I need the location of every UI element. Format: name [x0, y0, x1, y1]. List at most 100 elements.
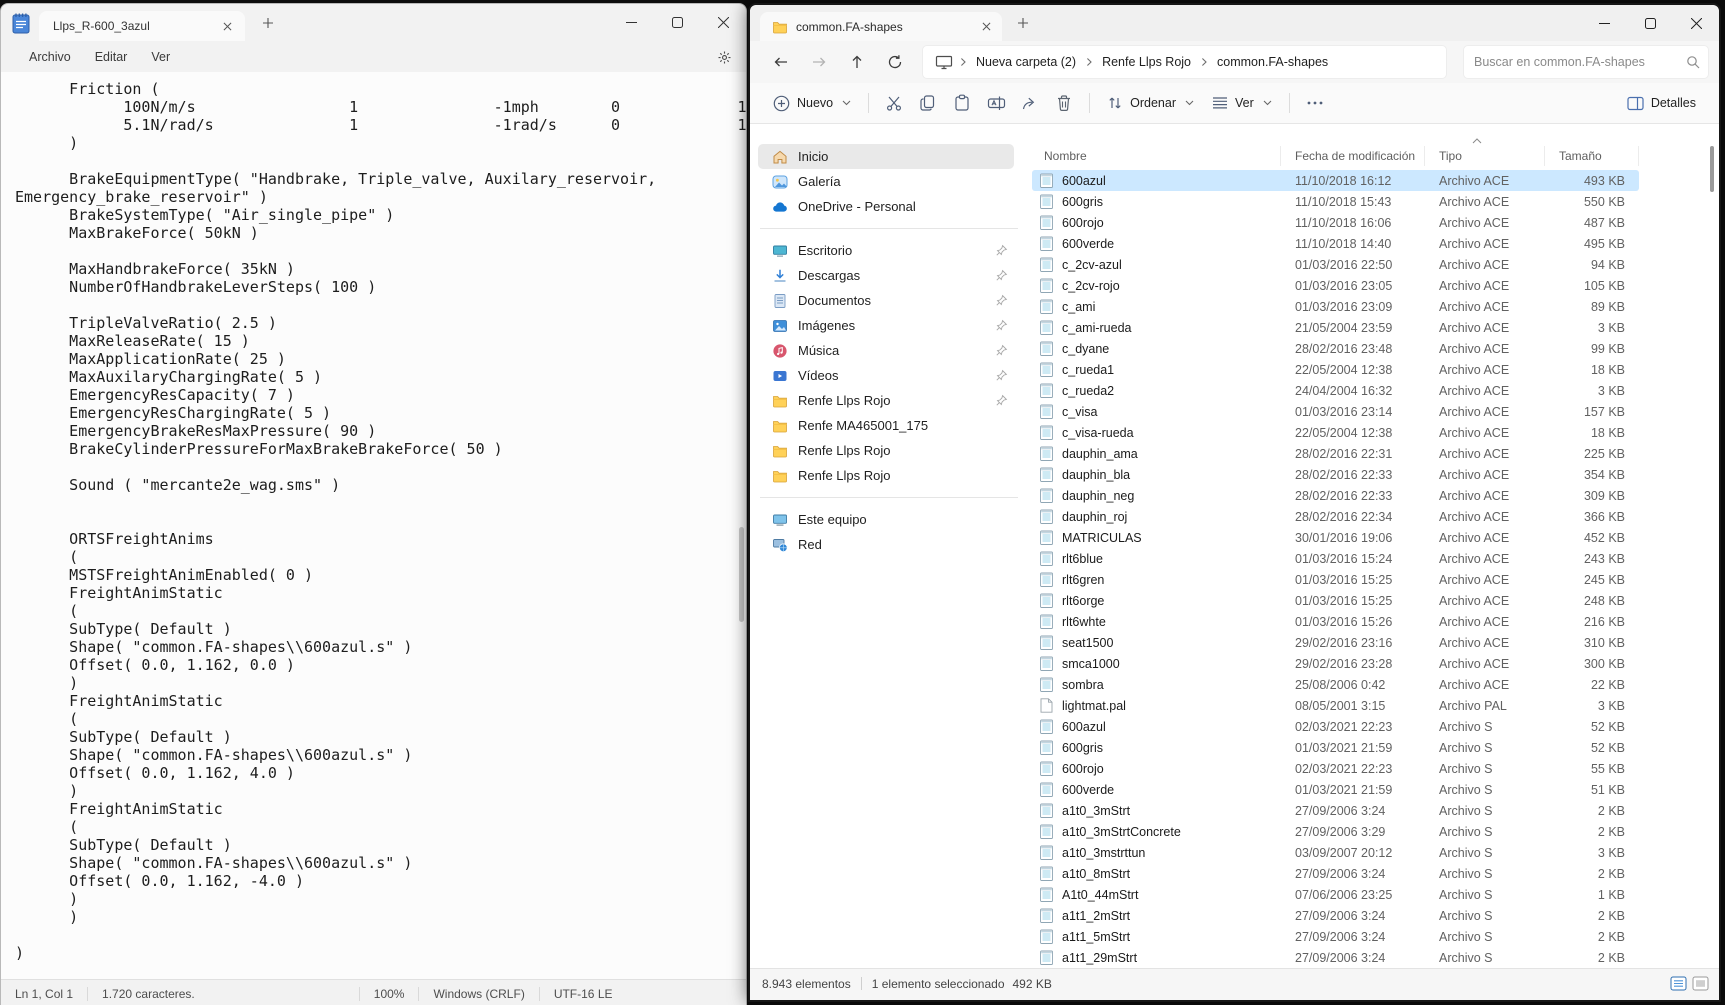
- sidebar-item-documentos[interactable]: Documentos: [758, 288, 1014, 313]
- column-header-fecha[interactable]: Fecha de modificación: [1281, 146, 1425, 166]
- sidebar-item-renfe-ma465001-175[interactable]: Renfe MA465001_175: [758, 413, 1014, 438]
- table-row[interactable]: c_2cv-rojo01/03/2016 23:05Archivo ACE105…: [1032, 275, 1639, 296]
- table-row[interactable]: A1t0_44mStrt07/06/2006 23:25Archivo S1 K…: [1032, 884, 1639, 905]
- sidebar-item-red[interactable]: Red: [758, 532, 1014, 557]
- table-row[interactable]: MATRICULAS30/01/2016 19:06Archivo ACE452…: [1032, 527, 1639, 548]
- breadcrumb-item[interactable]: common.FA-shapes: [1210, 52, 1335, 72]
- table-row[interactable]: 600gris11/10/2018 15:43Archivo ACE550 KB: [1032, 191, 1639, 212]
- notepad-new-tab-button[interactable]: [255, 10, 281, 36]
- settings-gear-icon[interactable]: [717, 50, 732, 65]
- minimize-button[interactable]: [608, 4, 654, 40]
- table-row[interactable]: rlt6orge01/03/2016 15:25Archivo ACE248 K…: [1032, 590, 1639, 611]
- details-view-toggle-icon[interactable]: [1670, 976, 1687, 991]
- table-row[interactable]: dauphin_bla28/02/2016 22:33Archivo ACE35…: [1032, 464, 1639, 485]
- up-icon[interactable]: [840, 47, 874, 77]
- column-header-nombre[interactable]: Nombre: [1032, 146, 1281, 166]
- sidebar-item-descargas[interactable]: Descargas: [758, 263, 1014, 288]
- sidebar-item-renfe-llps-rojo[interactable]: Renfe Llps Rojo: [758, 463, 1014, 488]
- sidebar-item-v-deos[interactable]: Vídeos: [758, 363, 1014, 388]
- table-row[interactable]: c_rueda122/05/2004 12:38Archivo ACE18 KB: [1032, 359, 1639, 380]
- table-row[interactable]: c_visa01/03/2016 23:14Archivo ACE157 KB: [1032, 401, 1639, 422]
- refresh-icon[interactable]: [878, 47, 912, 77]
- notepad-tab-close-icon[interactable]: [217, 16, 237, 36]
- explorer-tab-close-icon[interactable]: [976, 17, 996, 37]
- explorer-new-tab-button[interactable]: [1010, 10, 1036, 36]
- sidebar-item-renfe-llps-rojo[interactable]: Renfe Llps Rojo: [758, 388, 1014, 413]
- table-row[interactable]: rlt6gren01/03/2016 15:25Archivo ACE245 K…: [1032, 569, 1639, 590]
- table-row[interactable]: a1t0_3mStrt27/09/2006 3:24Archivo S2 KB: [1032, 800, 1639, 821]
- table-row[interactable]: rlt6whte01/03/2016 15:26Archivo ACE216 K…: [1032, 611, 1639, 632]
- menu-ver[interactable]: Ver: [139, 46, 182, 68]
- table-row[interactable]: a1t1_29mStrt27/09/2006 3:24Archivo S2 KB: [1032, 947, 1639, 968]
- table-row[interactable]: c_dyane28/02/2016 23:48Archivo ACE99 KB: [1032, 338, 1639, 359]
- column-header-tamano[interactable]: Tamaño: [1545, 146, 1639, 166]
- share-icon[interactable]: [1013, 88, 1047, 118]
- table-row[interactable]: c_ami01/03/2016 23:09Archivo ACE89 KB: [1032, 296, 1639, 317]
- table-row[interactable]: 600azul11/10/2018 16:12Archivo ACE493 KB: [1032, 170, 1639, 191]
- sidebar-item-este-equipo[interactable]: Este equipo: [758, 507, 1014, 532]
- view-button[interactable]: Ver: [1203, 90, 1281, 116]
- paste-icon[interactable]: [945, 88, 979, 118]
- copy-icon[interactable]: [911, 88, 945, 118]
- table-row[interactable]: lightmat.pal08/05/2001 3:15Archivo PAL3 …: [1032, 695, 1639, 716]
- new-button[interactable]: Nuevo: [764, 89, 860, 118]
- back-icon[interactable]: [764, 47, 798, 77]
- table-row[interactable]: rlt6blue01/03/2016 15:24Archivo ACE243 K…: [1032, 548, 1639, 569]
- table-row[interactable]: a1t0_3mstrttun03/09/2007 20:12Archivo S3…: [1032, 842, 1639, 863]
- sidebar-item-inicio[interactable]: Inicio: [758, 144, 1014, 169]
- table-row[interactable]: c_ami-rueda21/05/2004 23:59Archivo ACE3 …: [1032, 317, 1639, 338]
- details-pane-button[interactable]: Detalles: [1618, 90, 1705, 117]
- notepad-tab[interactable]: Llps_R-600_3azul: [39, 11, 245, 41]
- table-row[interactable]: sombra25/08/2006 0:42Archivo ACE22 KB: [1032, 674, 1639, 695]
- cut-icon[interactable]: [877, 88, 911, 118]
- sidebar-item-galer-a[interactable]: Galería: [758, 169, 1014, 194]
- minimize-button[interactable]: [1581, 5, 1627, 41]
- table-row[interactable]: 600rojo02/03/2021 22:23Archivo S55 KB: [1032, 758, 1639, 779]
- menu-editar[interactable]: Editar: [83, 46, 140, 68]
- large-icons-view-toggle-icon[interactable]: [1692, 976, 1709, 991]
- forward-icon[interactable]: [802, 47, 836, 77]
- delete-icon[interactable]: [1047, 88, 1081, 118]
- this-pc-icon[interactable]: [931, 55, 957, 70]
- table-row[interactable]: 600gris01/03/2021 21:59Archivo S52 KB: [1032, 737, 1639, 758]
- notepad-text-area[interactable]: Friction ( 100N/m/s 1 -1mph 0 1 5.1N/rad…: [1, 72, 746, 979]
- table-row[interactable]: dauphin_roj28/02/2016 22:34Archivo ACE36…: [1032, 506, 1639, 527]
- breadcrumb-item[interactable]: Renfe Llps Rojo: [1095, 52, 1198, 72]
- scrollbar-thumb[interactable]: [1710, 146, 1714, 192]
- sort-button[interactable]: Ordenar: [1098, 89, 1203, 117]
- chevron-right-icon[interactable]: [957, 57, 969, 67]
- table-row[interactable]: smca100029/02/2016 23:28Archivo ACE300 K…: [1032, 653, 1639, 674]
- table-row[interactable]: 600verde01/03/2021 21:59Archivo S51 KB: [1032, 779, 1639, 800]
- table-row[interactable]: 600azul02/03/2021 22:23Archivo S52 KB: [1032, 716, 1639, 737]
- breadcrumb[interactable]: Nueva carpeta (2) Renfe Llps Rojo common.F…: [922, 45, 1447, 79]
- scrollbar-thumb[interactable]: [739, 527, 744, 622]
- encoding[interactable]: UTF-16 LE: [540, 987, 627, 1001]
- line-ending[interactable]: Windows (CRLF): [419, 987, 538, 1001]
- table-row[interactable]: seat150029/02/2016 23:16Archivo ACE310 K…: [1032, 632, 1639, 653]
- sidebar-item-m-sica[interactable]: Música: [758, 338, 1014, 363]
- table-row[interactable]: a1t1_2mStrt27/09/2006 3:24Archivo S2 KB: [1032, 905, 1639, 926]
- close-button[interactable]: [1673, 5, 1719, 41]
- breadcrumb-item[interactable]: Nueva carpeta (2): [969, 52, 1083, 72]
- table-row[interactable]: dauphin_ama28/02/2016 22:31Archivo ACE22…: [1032, 443, 1639, 464]
- table-row[interactable]: c_visa-rueda22/05/2004 12:38Archivo ACE1…: [1032, 422, 1639, 443]
- table-row[interactable]: c_rueda224/04/2004 16:32Archivo ACE3 KB: [1032, 380, 1639, 401]
- sidebar-item-renfe-llps-rojo[interactable]: Renfe Llps Rojo: [758, 438, 1014, 463]
- table-row[interactable]: 600verde11/10/2018 14:40Archivo ACE495 K…: [1032, 233, 1639, 254]
- menu-archivo[interactable]: Archivo: [17, 46, 83, 68]
- table-row[interactable]: a1t1_5mStrt27/09/2006 3:24Archivo S2 KB: [1032, 926, 1639, 947]
- chevron-right-icon[interactable]: [1083, 57, 1095, 67]
- close-button[interactable]: [700, 4, 746, 40]
- sidebar-item-escritorio[interactable]: Escritorio: [758, 238, 1014, 263]
- chevron-right-icon[interactable]: [1198, 57, 1210, 67]
- zoom-level[interactable]: 100%: [360, 987, 419, 1001]
- table-row[interactable]: a1t0_8mStrt27/09/2006 3:24Archivo S2 KB: [1032, 863, 1639, 884]
- sidebar-item-onedrive-personal[interactable]: OneDrive - Personal: [758, 194, 1014, 219]
- search-input[interactable]: [1472, 54, 1686, 70]
- maximize-button[interactable]: [1627, 5, 1673, 41]
- table-row[interactable]: dauphin_neg28/02/2016 22:33Archivo ACE30…: [1032, 485, 1639, 506]
- table-row[interactable]: a1t0_3mStrtConcrete27/09/2006 3:29Archiv…: [1032, 821, 1639, 842]
- search-box[interactable]: [1463, 45, 1709, 79]
- column-header-tipo[interactable]: Tipo: [1425, 146, 1545, 166]
- sidebar-item-im-genes[interactable]: Imágenes: [758, 313, 1014, 338]
